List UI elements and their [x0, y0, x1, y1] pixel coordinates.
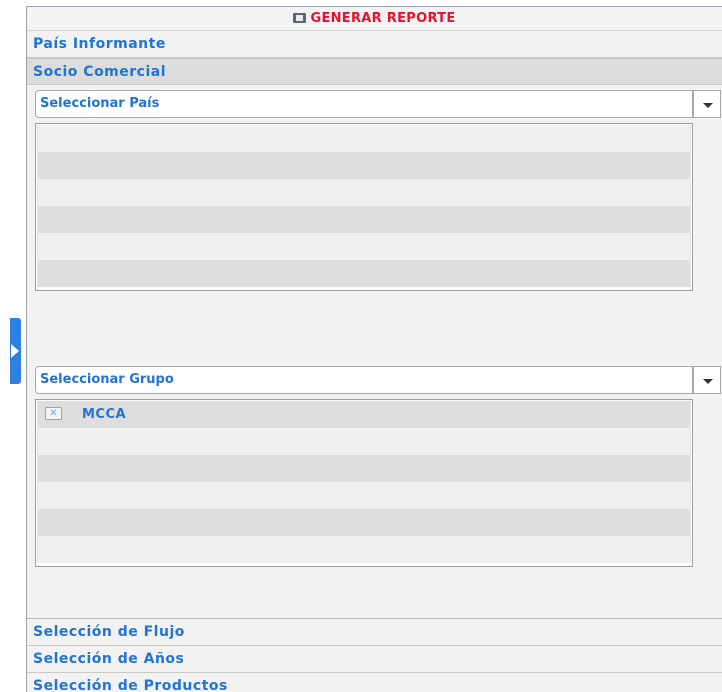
filter-panel: GENERAR REPORTE País Informante Socio Co…	[26, 6, 722, 692]
section-pais-informante[interactable]: País Informante	[27, 31, 722, 58]
list-item[interactable]	[37, 206, 691, 233]
page: GENERAR REPORTE País Informante Socio Co…	[0, 0, 722, 692]
list-item[interactable]	[37, 428, 691, 455]
socio-comercial-body: Seleccionar País Seleccionar Grupo ✕ MCC…	[27, 85, 722, 619]
section-seleccion-productos[interactable]: Selección de Productos	[27, 673, 722, 692]
list-item[interactable]	[37, 152, 691, 179]
selected-group-label: MCCA	[82, 407, 127, 422]
list-item[interactable]	[37, 455, 691, 482]
selected-group-item: ✕ MCCA	[37, 401, 691, 428]
close-icon[interactable]: ✕	[45, 407, 62, 420]
list-item[interactable]	[37, 125, 691, 152]
chevron-down-icon	[703, 379, 713, 384]
list-item[interactable]	[37, 260, 691, 287]
list-item[interactable]	[37, 536, 691, 563]
sidebar-toggle[interactable]	[10, 318, 21, 384]
pais-listbox[interactable]	[35, 123, 693, 291]
report-icon	[293, 13, 307, 23]
section-seleccion-anos[interactable]: Selección de Años	[27, 646, 722, 673]
list-item[interactable]	[37, 179, 691, 206]
pais-combobox[interactable]: Seleccionar País	[35, 90, 721, 118]
list-item[interactable]	[37, 482, 691, 509]
generate-report-label: GENERAR REPORTE	[310, 11, 456, 26]
grupo-combobox-dropdown-button[interactable]	[693, 366, 721, 394]
list-item[interactable]	[37, 509, 691, 536]
section-socio-comercial[interactable]: Socio Comercial	[27, 58, 722, 85]
list-item[interactable]	[37, 233, 691, 260]
chevron-down-icon	[703, 103, 713, 108]
generate-report-button[interactable]: GENERAR REPORTE	[27, 7, 722, 31]
grupo-combobox[interactable]: Seleccionar Grupo	[35, 366, 721, 394]
pais-combobox-dropdown-button[interactable]	[693, 90, 721, 118]
pais-combobox-value: Seleccionar País	[40, 96, 160, 111]
grupo-combobox-value: Seleccionar Grupo	[40, 372, 174, 387]
section-seleccion-flujo[interactable]: Selección de Flujo	[27, 619, 722, 646]
chevron-right-icon	[11, 344, 19, 358]
grupo-listbox[interactable]: ✕ MCCA	[35, 399, 693, 567]
